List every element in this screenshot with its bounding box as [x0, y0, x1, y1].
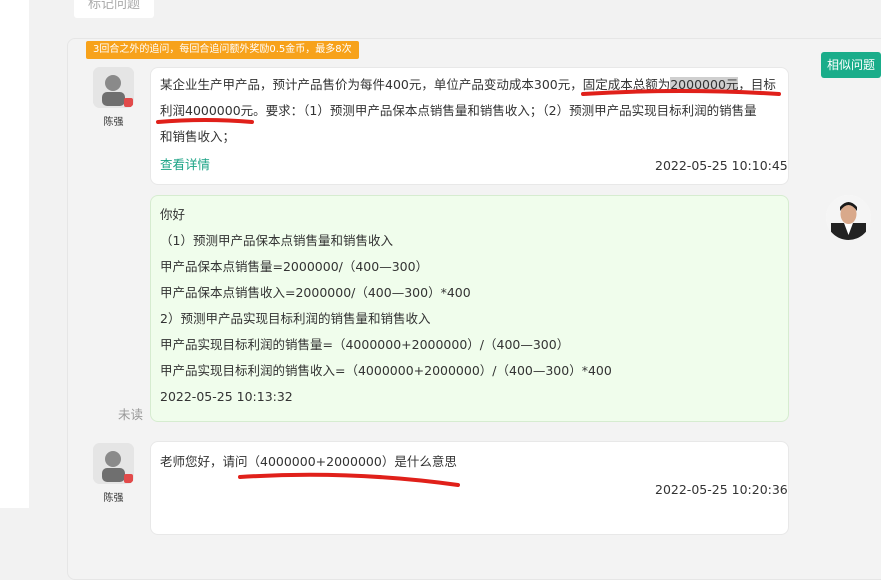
reply-line: 甲产品实现目标利润的销售收入=（4000000+2000000）/（400—30…	[160, 363, 612, 378]
message-timestamp: 2022-05-25 10:10:45	[655, 158, 788, 173]
message-timestamp: 2022-05-25 10:13:32	[160, 389, 293, 404]
left-panel	[0, 0, 29, 508]
notice-badge: 3回合之外的追问，每回合追问额外奖励0.5金币，最多8次	[86, 41, 359, 59]
reply-line: 甲产品实现目标利润的销售量=（4000000+2000000）/（400—300…	[160, 337, 570, 352]
tab-mark-question[interactable]: 标记问题	[74, 0, 154, 18]
avatar[interactable]	[93, 67, 134, 108]
question-line: 和销售收入；	[160, 129, 236, 144]
teacher-avatar-icon	[826, 195, 871, 240]
question-text: ，目标	[738, 77, 776, 92]
user-name: 陈强	[103, 493, 124, 504]
question-text: 某企业生产甲产品，预计产品售价为每件400元，单位产品变动成本300元，固定成本…	[160, 77, 671, 92]
reply-line: 甲产品保本点销售收入=2000000/（400—300）*400	[160, 285, 471, 300]
reply-bubble: 你好 （1）预测甲产品保本点销售量和销售收入 甲产品保本点销售量=2000000…	[150, 195, 789, 422]
question-highlight: 2000000元	[670, 77, 739, 92]
user-name: 陈强	[103, 117, 124, 128]
message-timestamp: 2022-05-25 10:20:36	[655, 482, 788, 497]
reply-line: （1）预测甲产品保本点销售量和销售收入	[160, 233, 393, 248]
similar-questions-button[interactable]: 相似问题	[821, 52, 881, 78]
status-dot	[124, 474, 133, 483]
question-text: 老师您好，请问（4000000+2000000）是什么意思	[160, 454, 457, 469]
view-details-link[interactable]: 查看详情	[160, 152, 210, 178]
reply-line: 2）预测甲产品实现目标利润的销售量和销售收入	[160, 311, 431, 326]
unread-status: 未读	[118, 407, 144, 422]
teacher-avatar[interactable]	[826, 195, 871, 240]
status-dot	[124, 98, 133, 107]
question-line: 利润4000000元。要求：（1）预测甲产品保本点销售量和销售收入；（2）预测甲…	[160, 103, 757, 118]
reply-line: 你好	[160, 207, 186, 222]
question-line: 某企业生产甲产品，预计产品售价为每件400元，单位产品变动成本300元，固定成本…	[160, 72, 776, 98]
avatar[interactable]	[93, 443, 134, 484]
reply-line: 甲产品保本点销售量=2000000/（400—300）	[160, 259, 429, 274]
